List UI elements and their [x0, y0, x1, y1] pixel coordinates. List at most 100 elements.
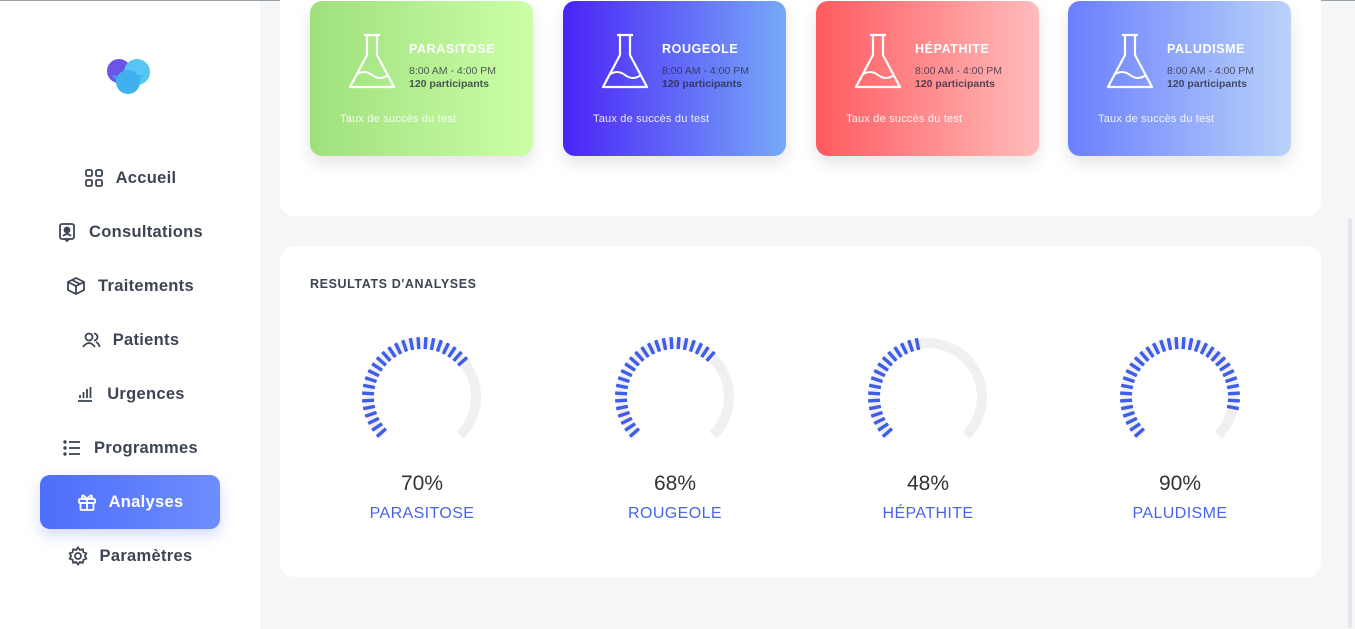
- sidebar-item-label: Traitements: [98, 276, 194, 295]
- gauge-tick: [1120, 398, 1133, 403]
- test-card-parasitose[interactable]: PARASITOSE 8:00 AM - 4:00 PM 120 partici…: [310, 1, 533, 156]
- card-subtitle: Taux de succès du test: [1098, 113, 1215, 125]
- gauge-hepathite: [863, 335, 993, 450]
- scrollbar[interactable]: [1348, 218, 1352, 628]
- gauge-tick: [1174, 337, 1179, 350]
- flask-icon: [1106, 33, 1154, 89]
- gauge-tick: [1120, 391, 1133, 396]
- card-title: PALUDISME: [1167, 42, 1246, 56]
- gauge-tick: [868, 391, 881, 396]
- sidebar-item-label: Consultations: [89, 222, 203, 241]
- sidebar-item-label: Patients: [112, 330, 180, 349]
- gauge-tick: [408, 337, 415, 351]
- gauge-label: HÉPATHITE: [882, 505, 974, 522]
- gauge-tick: [868, 398, 881, 403]
- grid-icon: [84, 168, 104, 188]
- card-subtitle: Taux de succès du test: [593, 113, 710, 125]
- card-title: PARASITOSE: [409, 42, 496, 56]
- gauge-label: ROUGEOLE: [628, 505, 722, 522]
- gauge-tick: [615, 398, 628, 403]
- gauge-tick: [868, 383, 882, 390]
- sidebar-item-patients[interactable]: Patients: [40, 313, 220, 367]
- box-icon: [66, 276, 86, 296]
- gift-icon: [77, 492, 97, 512]
- gauge-track: [869, 338, 987, 439]
- sidebar-item-parametres[interactable]: Paramètres: [40, 529, 220, 583]
- sidebar-item-label: Paramètres: [99, 546, 193, 565]
- card-time: 8:00 AM - 4:00 PM: [662, 65, 749, 77]
- card-participants: 120 participants: [662, 78, 742, 90]
- list-icon: [62, 438, 82, 458]
- card-time: 8:00 AM - 4:00 PM: [915, 65, 1002, 77]
- test-card-hepathite[interactable]: HÉPATHITE 8:00 AM - 4:00 PM 120 particip…: [816, 1, 1039, 156]
- sidebar-item-label: Urgences: [107, 384, 185, 403]
- gauge-percent: 90%: [1158, 472, 1202, 495]
- gauge-tick: [615, 383, 629, 390]
- test-card-paludisme[interactable]: PALUDISME 8:00 AM - 4:00 PM 120 particip…: [1068, 1, 1291, 156]
- gauge-track: [1121, 338, 1239, 439]
- sidebar-item-traitements[interactable]: Traitements: [40, 259, 220, 313]
- gauge-tick: [676, 337, 681, 350]
- sidebar-item-consultations[interactable]: Consultations: [40, 205, 220, 259]
- card-subtitle: Taux de succès du test: [340, 113, 457, 125]
- gauge-tick: [362, 398, 375, 403]
- gauge-tick: [868, 404, 882, 411]
- gauge-tick: [615, 391, 628, 396]
- gauge-tick: [1226, 383, 1240, 390]
- bars-icon: [75, 384, 95, 404]
- gauge-percent: 68%: [653, 472, 697, 495]
- card-participants: 120 participants: [1167, 78, 1247, 90]
- flask-icon: [854, 33, 902, 89]
- gauge-tick: [1120, 383, 1134, 390]
- sidebar-item-urgences[interactable]: Urgences: [40, 367, 220, 421]
- gauge-tick: [669, 337, 674, 350]
- card-participants: 120 participants: [915, 78, 995, 90]
- gauge-track: [363, 338, 481, 439]
- card-participants: 120 participants: [409, 78, 489, 90]
- test-card-rougeole[interactable]: ROUGEOLE 8:00 AM - 4:00 PM 120 participa…: [563, 1, 786, 156]
- gauge-tick: [1181, 337, 1186, 350]
- gauge-tick: [1226, 404, 1240, 411]
- sidebar: Accueil Consultations Traitements Patien…: [0, 1, 260, 629]
- gauge-tick: [423, 337, 428, 350]
- gauge-tick: [362, 391, 375, 396]
- gauge-tick: [1120, 404, 1134, 411]
- gauge-tick: [914, 337, 921, 351]
- gauge-tick: [1187, 337, 1194, 351]
- card-title: HÉPATHITE: [915, 42, 990, 56]
- gauge-percent: 48%: [906, 472, 950, 495]
- gauge-tick: [429, 337, 436, 351]
- gear-icon: [67, 546, 88, 566]
- gauge-rougeole: [610, 335, 740, 450]
- gauge-paludisme: [1115, 335, 1245, 450]
- gauge-tick: [1227, 391, 1240, 396]
- heart-logo[interactable]: [105, 57, 155, 97]
- gauge-tick: [615, 404, 629, 411]
- gauge-label: PALUDISME: [1132, 505, 1228, 522]
- sidebar-item-analyses[interactable]: Analyses: [40, 475, 220, 529]
- card-time: 8:00 AM - 4:00 PM: [409, 65, 496, 77]
- gauge-tick: [362, 404, 376, 411]
- gauge-label: PARASITOSE: [369, 505, 475, 522]
- sidebar-item-label: Analyses: [108, 492, 184, 511]
- sidebar-item-programmes[interactable]: Programmes: [40, 421, 220, 475]
- sidebar-item-label: Programmes: [94, 438, 198, 457]
- users-icon: [81, 330, 101, 350]
- gauge-tick: [682, 337, 689, 351]
- sidebar-item-accueil[interactable]: Accueil: [40, 151, 220, 205]
- gauge-tick: [661, 337, 668, 351]
- gauge-tick: [362, 383, 376, 390]
- gauge-percent: 70%: [400, 472, 444, 495]
- card-time: 8:00 AM - 4:00 PM: [1167, 65, 1254, 77]
- contact-icon: [57, 222, 77, 242]
- gauge-tick: [1227, 398, 1240, 403]
- gauge-parasitose: [357, 335, 487, 450]
- gauge-tick: [1166, 337, 1173, 351]
- results-title: RESULTATS D'ANALYSES: [310, 277, 477, 291]
- gauge-tick: [416, 337, 421, 350]
- flask-icon: [348, 33, 396, 89]
- sidebar-item-label: Accueil: [115, 168, 177, 187]
- card-subtitle: Taux de succès du test: [846, 113, 963, 125]
- card-title: ROUGEOLE: [662, 42, 739, 56]
- gauge-track: [616, 338, 734, 439]
